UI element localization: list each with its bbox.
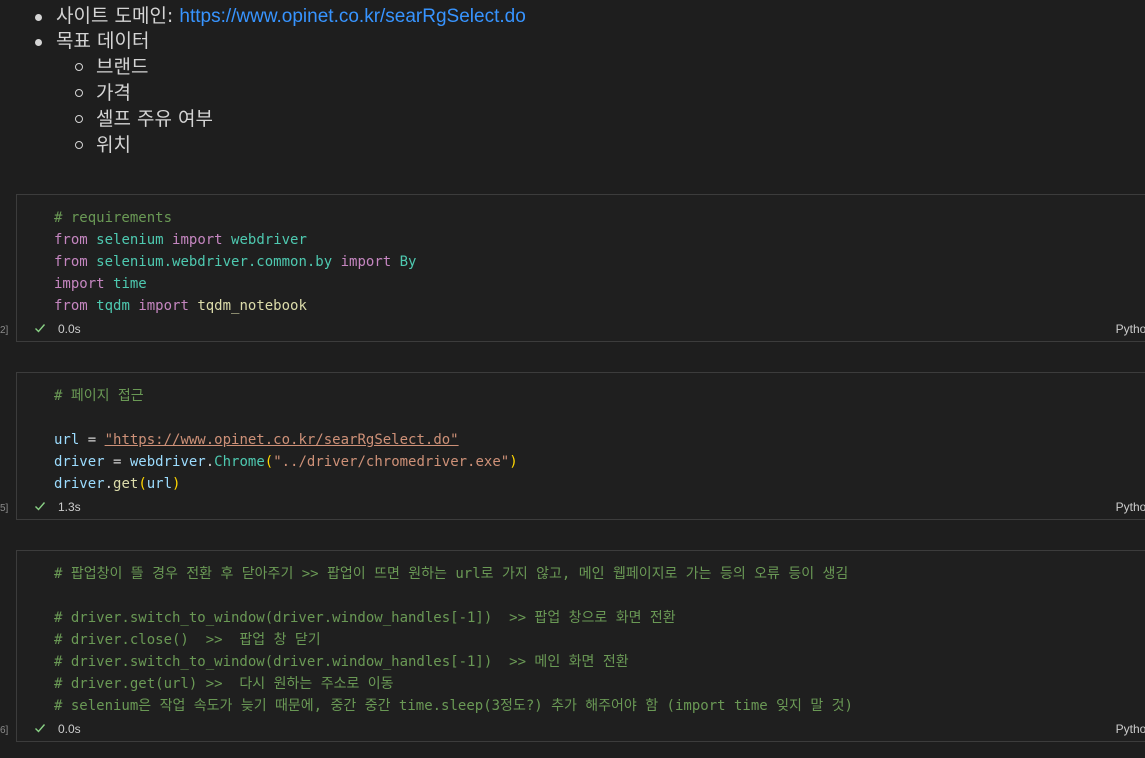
- code-token: # 페이지 접근: [54, 388, 144, 404]
- check-icon: [35, 724, 46, 733]
- notebook-editor: 사이트 도메인: https://www.opinet.co.kr/searRg…: [0, 0, 1145, 758]
- code-editor[interactable]: # 팝업창이 뜰 경우 전환 후 닫아주기 >> 팝업이 뜨면 원하는 url로…: [54, 563, 853, 717]
- check-icon: [35, 502, 46, 511]
- code-editor[interactable]: # requirements from selenium import webdr…: [54, 207, 416, 317]
- execution-time: 0.0s: [58, 722, 81, 736]
- cell-status-bar: 0.0s Python: [17, 319, 1145, 341]
- code-token: "https://www.opinet.co.kr/searRgSelect.d…: [104, 432, 459, 448]
- code-cell[interactable]: # 페이지 접근 url = "https://www.opinet.co.kr/…: [16, 372, 1145, 520]
- code-line: driver.get(url): [54, 473, 518, 495]
- code-token: import: [54, 276, 105, 292]
- domain-link[interactable]: https://www.opinet.co.kr/searRgSelect.do: [179, 6, 525, 27]
- list-item-target: 목표 데이터: [0, 29, 1145, 54]
- markdown-list: 사이트 도메인: https://www.opinet.co.kr/searRg…: [0, 4, 1145, 158]
- domain-label: 사이트 도메인:: [56, 5, 180, 27]
- code-line: # driver.close() >> 팝업 창 닫기: [54, 629, 853, 651]
- check-icon: [35, 324, 46, 333]
- target-item: 브랜드: [0, 54, 1145, 80]
- code-token: (: [264, 454, 274, 470]
- language-selector[interactable]: Python: [1116, 500, 1145, 514]
- code-token: import: [172, 232, 223, 248]
- code-token: # driver.switch_to_window(driver.window_…: [54, 610, 676, 626]
- code-line: from tqdm import tqdm_notebook: [54, 295, 416, 317]
- code-line: # driver.switch_to_window(driver.window_…: [54, 607, 853, 629]
- code-line: # 페이지 접근: [54, 385, 518, 407]
- code-token: # driver.get(url) >> 다시 원하는 주소로 이동: [54, 676, 394, 692]
- code-line: from selenium import webdriver: [54, 229, 416, 251]
- code-line: # selenium은 작업 속도가 늦기 때문에, 중간 중간 time.sl…: [54, 695, 853, 717]
- code-token: url: [146, 476, 173, 492]
- code-token: =: [104, 454, 130, 470]
- target-item: 위치: [0, 132, 1145, 158]
- code-token: from: [54, 232, 88, 248]
- language-selector[interactable]: Python: [1116, 722, 1145, 736]
- code-token: get: [113, 476, 139, 492]
- code-token: .: [205, 454, 215, 470]
- code-token: from: [54, 298, 88, 314]
- code-token: .: [104, 476, 114, 492]
- code-token: webdriver: [129, 454, 206, 470]
- code-token: # 팝업창이 뜰 경우 전환 후 닫아주기 >> 팝업이 뜨면 원하는 url로…: [54, 566, 849, 582]
- code-token: # driver.close() >> 팝업 창 닫기: [54, 632, 321, 648]
- code-line: driver = webdriver.Chrome("../driver/chr…: [54, 451, 518, 473]
- code-token: # selenium은 작업 속도가 늦기 때문에, 중간 중간 time.sl…: [54, 698, 853, 714]
- code-line: # driver.get(url) >> 다시 원하는 주소로 이동: [54, 673, 853, 695]
- code-token: driver: [54, 476, 105, 492]
- code-token: selenium.webdriver.common.by: [96, 254, 333, 270]
- code-token: from: [54, 254, 88, 270]
- execution-count: 2]: [0, 325, 8, 336]
- code-token: (: [138, 476, 147, 492]
- code-line: url = "https://www.opinet.co.kr/searRgSe…: [54, 429, 518, 451]
- code-line: # 팝업창이 뜰 경우 전환 후 닫아주기 >> 팝업이 뜨면 원하는 url로…: [54, 563, 853, 585]
- code-token: webdriver: [231, 232, 307, 248]
- code-token: # requirements: [54, 210, 173, 226]
- code-line: from selenium.webdriver.common.by import…: [54, 251, 416, 273]
- code-token: =: [79, 432, 105, 448]
- code-line: import time: [54, 273, 416, 295]
- language-selector[interactable]: Python: [1116, 322, 1145, 336]
- code-token: selenium: [96, 232, 164, 248]
- code-line: # requirements: [54, 207, 416, 229]
- markdown-cell[interactable]: 사이트 도메인: https://www.opinet.co.kr/searRg…: [0, 4, 1145, 158]
- code-cell[interactable]: # 팝업창이 뜰 경우 전환 후 닫아주기 >> 팝업이 뜨면 원하는 url로…: [16, 550, 1145, 742]
- code-token: time: [113, 276, 147, 292]
- code-editor[interactable]: # 페이지 접근 url = "https://www.opinet.co.kr/…: [54, 385, 518, 495]
- list-item-domain: 사이트 도메인: https://www.opinet.co.kr/searRg…: [0, 4, 1145, 29]
- execution-count: 6]: [0, 725, 8, 736]
- code-token: Chrome: [214, 454, 265, 470]
- cell-status-bar: 1.3s Python: [17, 497, 1145, 519]
- code-line: # driver.switch_to_window(driver.window_…: [54, 651, 853, 673]
- execution-time: 1.3s: [58, 500, 81, 514]
- target-item: 셀프 주유 여부: [0, 106, 1145, 132]
- code-token: # driver.switch_to_window(driver.window_…: [54, 654, 629, 670]
- cell-status-bar: 0.0s Python: [17, 719, 1145, 741]
- code-token: import: [340, 254, 392, 270]
- code-token: import: [138, 298, 189, 314]
- target-item: 가격: [0, 80, 1145, 106]
- code-token: "../driver/chromedriver.exe": [273, 454, 510, 470]
- execution-count: 5]: [0, 503, 8, 514]
- execution-time: 0.0s: [58, 322, 81, 336]
- code-token: ): [172, 476, 181, 492]
- target-label: 목표 데이터: [56, 30, 150, 52]
- code-token: url: [54, 432, 80, 448]
- code-cell[interactable]: # requirements from selenium import webdr…: [16, 194, 1145, 342]
- code-token: By: [399, 254, 417, 270]
- code-token: tqdm_notebook: [197, 298, 307, 314]
- code-token: tqdm: [96, 298, 130, 314]
- code-token: driver: [54, 454, 105, 470]
- code-token: ): [509, 454, 518, 470]
